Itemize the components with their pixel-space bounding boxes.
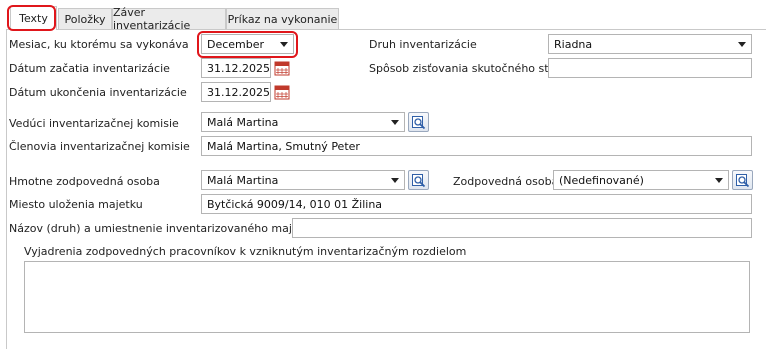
material-person-value: Malá Martina: [207, 173, 279, 187]
chair-label: Vedúci inventarizačnej komisie: [9, 117, 179, 130]
tab-prikaz-na-vykonanie[interactable]: Príkaz na vykonanie: [226, 8, 339, 29]
month-select[interactable]: December: [201, 34, 294, 54]
material-person-label: Hmotne zodpovedná osoba: [9, 175, 160, 188]
chevron-down-icon[interactable]: [391, 178, 399, 183]
location-label: Miesto uloženia majetku: [9, 198, 143, 211]
month-label: Mesiac, ku ktorému sa vykonáva: [9, 38, 189, 51]
start-date-value: 31.12.2025: [207, 61, 270, 75]
material-person-lookup-button[interactable]: [408, 170, 429, 190]
start-date-input[interactable]: 31.12.2025: [201, 58, 271, 78]
material-person-select[interactable]: Malá Martina: [201, 170, 405, 190]
search-icon: [412, 115, 426, 129]
asset-name-label: Názov (druh) a umiestnenie inventarizova…: [9, 222, 317, 235]
end-date-label: Dátum ukončenia inventarizácie: [9, 86, 187, 99]
inventory-type-label: Druh inventarizácie: [369, 38, 477, 51]
method-input[interactable]: [548, 58, 752, 78]
search-icon: [412, 173, 426, 187]
search-icon: [736, 173, 750, 187]
statements-label: Vyjadrenia zodpovedných pracovníkov k vz…: [24, 245, 467, 258]
end-date-input[interactable]: 31.12.2025: [201, 82, 271, 102]
responsible-person-select[interactable]: (Nedefinované): [553, 170, 729, 190]
location-value: Bytčická 9009/14, 010 01 Žilina: [207, 197, 383, 211]
members-input[interactable]: Malá Martina, Smutný Peter: [201, 136, 752, 156]
tab-polozky[interactable]: Položky: [58, 8, 112, 29]
location-input[interactable]: Bytčická 9009/14, 010 01 Žilina: [201, 194, 752, 214]
inventory-type-select[interactable]: Riadna: [548, 34, 752, 54]
tab-zaver-inventarizacie[interactable]: Záver inventarizácie: [112, 6, 226, 32]
start-date-label: Dátum začatia inventarizácie: [9, 62, 170, 75]
chair-value: Malá Martina: [207, 115, 279, 129]
chevron-down-icon[interactable]: [738, 42, 746, 47]
tab-texty[interactable]: Texty: [10, 6, 57, 30]
statements-textarea[interactable]: [24, 261, 750, 333]
chevron-down-icon[interactable]: [715, 178, 723, 183]
calendar-icon[interactable]: [274, 60, 290, 76]
end-date-value: 31.12.2025: [207, 85, 270, 99]
month-value: December: [207, 37, 265, 51]
chevron-down-icon[interactable]: [391, 120, 399, 125]
chevron-down-icon[interactable]: [280, 42, 288, 47]
responsible-person-lookup-button[interactable]: [732, 170, 753, 190]
inventory-type-value: Riadna: [554, 37, 593, 51]
chair-select[interactable]: Malá Martina: [201, 112, 405, 132]
chair-lookup-button[interactable]: [408, 112, 429, 132]
asset-name-input[interactable]: [292, 218, 752, 238]
members-label: Členovia inventarizačnej komisie: [9, 140, 190, 153]
calendar-icon[interactable]: [274, 84, 290, 100]
responsible-person-value: (Nedefinované): [559, 173, 644, 187]
method-label: Spôsob zisťovania skutočného stavu: [369, 62, 569, 75]
tab-bar: Texty Položky Záver inventarizácie Príka…: [0, 0, 766, 32]
members-value: Malá Martina, Smutný Peter: [207, 139, 360, 153]
responsible-person-label: Zodpovedná osoba: [453, 175, 559, 188]
